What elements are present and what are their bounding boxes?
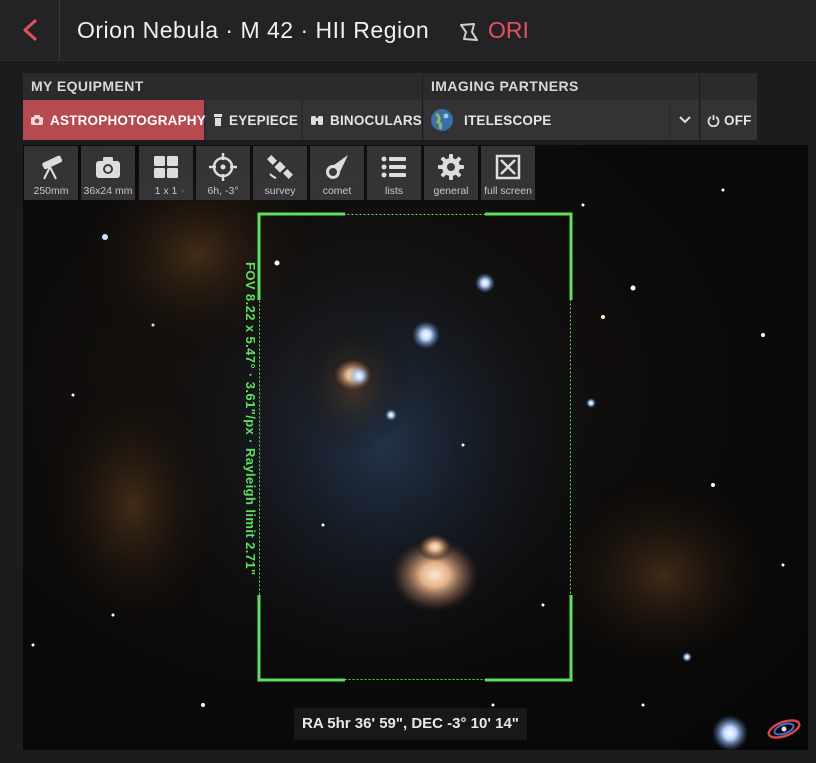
off-label: OFF (724, 112, 752, 128)
survey-label: survey (264, 185, 296, 197)
coordinates-readout: RA 5hr 36' 59", DEC -3° 10' 14" (294, 708, 527, 740)
fullscreen-icon (495, 154, 521, 180)
constellation-label[interactable]: ORI (488, 17, 529, 44)
comet-label: comet (322, 185, 352, 197)
general-settings-button[interactable]: general (424, 146, 478, 200)
position-label: 6h, -3° (207, 185, 239, 197)
camera-icon (31, 115, 43, 125)
constellation-icon (460, 23, 478, 41)
eyepiece-button[interactable]: EYEPIECE (206, 100, 301, 140)
chevron-left-icon (23, 19, 36, 41)
camera-icon (96, 157, 120, 178)
panel-divider (699, 73, 700, 140)
camera-sensor-button[interactable]: 36x24 mm (81, 146, 135, 200)
telescope-focal-length-button[interactable]: 250mm (24, 146, 78, 200)
my-equipment-heading: MY EQUIPMENT (23, 73, 421, 99)
comet-button[interactable]: comet (310, 146, 364, 200)
telescope-icon (42, 155, 63, 180)
sky-image (31, 145, 793, 750)
app-logo-icon (767, 719, 801, 739)
back-button[interactable] (0, 0, 60, 60)
sky-view[interactable] (23, 145, 808, 750)
panel-divider (422, 73, 423, 140)
mosaic-label: 1 x 1 (154, 185, 178, 197)
gear-icon (438, 154, 464, 180)
binoculars-icon (311, 116, 323, 125)
binoculars-button[interactable]: BINOCULARS (303, 100, 422, 140)
mosaic-grid-icon (154, 156, 178, 178)
binoculars-label: BINOCULARS (330, 112, 422, 128)
chevron-down-icon (678, 116, 691, 124)
survey-button[interactable]: survey (253, 146, 307, 200)
full-screen-label: full screen (484, 185, 532, 197)
camera-label: 36x24 mm (83, 185, 133, 197)
comet-icon (326, 155, 348, 179)
list-icon (381, 156, 406, 178)
lists-label: lists (384, 185, 404, 197)
lists-button[interactable]: lists (367, 146, 421, 200)
partner-off-toggle[interactable]: OFF (701, 100, 757, 140)
telescope-label: 250mm (33, 185, 69, 197)
imaging-partner-select[interactable]: ITELESCOPE (424, 100, 669, 140)
satellite-icon (267, 155, 293, 179)
goto-position-button[interactable]: 6h, -3° (196, 146, 250, 200)
page-title: Orion Nebula · M 42 · HII Region (77, 17, 430, 43)
eyepiece-label: EYEPIECE (229, 112, 299, 128)
fov-info-label: FOV 8.22 x 5.47° · 3.61"/px · Rayleigh l… (243, 262, 258, 576)
globe-icon (431, 109, 453, 131)
astrophotography-button[interactable]: ASTROPHOTOGRAPHY (23, 100, 206, 140)
imaging-partners-heading: IMAGING PARTNERS (423, 73, 699, 99)
partner-dropdown-button[interactable] (670, 100, 699, 140)
mosaic-button[interactable]: 1 x 1 (139, 146, 193, 200)
astrophotography-label: ASTROPHOTOGRAPHY (50, 112, 206, 128)
full-screen-button[interactable]: full screen (481, 146, 535, 200)
title-bar: Orion Nebula · M 42 · HII Region ORI (0, 0, 816, 61)
crosshair-icon (209, 153, 237, 181)
eyepiece-icon (214, 114, 222, 126)
imaging-partner-label: ITELESCOPE (464, 112, 552, 128)
general-label: general (433, 185, 469, 197)
power-icon (707, 114, 720, 127)
